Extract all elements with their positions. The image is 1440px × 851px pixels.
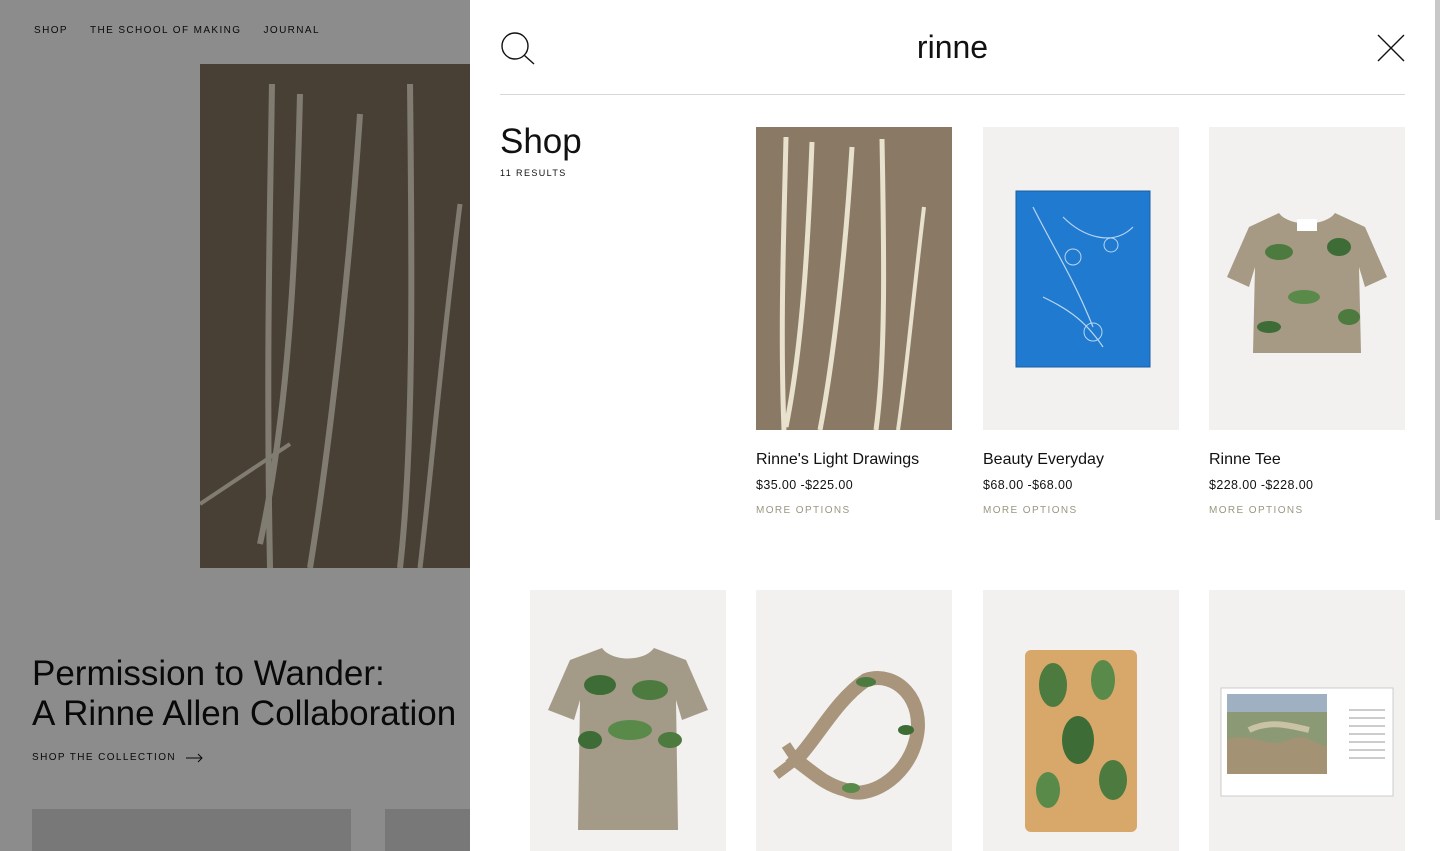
more-options-link[interactable]: MORE OPTIONS <box>983 505 1179 516</box>
product-image[interactable] <box>1209 127 1405 430</box>
product-card[interactable]: Rinne's Light Drawings $35.00 -$225.00 M… <box>756 127 952 516</box>
product-image[interactable] <box>756 590 952 851</box>
product-image[interactable] <box>1209 590 1405 851</box>
more-options-link[interactable]: MORE OPTIONS <box>1209 505 1405 516</box>
more-options-link[interactable]: MORE OPTIONS <box>756 505 952 516</box>
product-card[interactable] <box>1209 590 1405 851</box>
product-image[interactable] <box>530 590 726 851</box>
product-card[interactable] <box>530 590 726 851</box>
close-icon[interactable] <box>1377 34 1405 62</box>
product-name[interactable]: Rinne's Light Drawings <box>756 451 952 469</box>
product-price: $228.00 -$228.00 <box>1209 478 1314 492</box>
search-bar <box>500 0 1405 95</box>
product-price: $35.00 -$225.00 <box>756 478 854 492</box>
result-count: 11 RESULTS <box>500 168 567 178</box>
product-image[interactable] <box>983 590 1179 851</box>
scrollbar[interactable] <box>1435 0 1440 520</box>
product-card[interactable]: Rinne Tee $228.00 -$228.00 MORE OPTIONS <box>1209 127 1405 516</box>
product-name[interactable]: Beauty Everyday <box>983 451 1179 469</box>
product-image[interactable] <box>756 127 952 430</box>
product-price: $68.00 -$68.00 <box>983 478 1073 492</box>
section-title: Shop <box>500 122 582 161</box>
search-icon[interactable] <box>500 31 536 65</box>
product-image[interactable] <box>983 127 1179 430</box>
product-card[interactable] <box>756 590 952 851</box>
search-input[interactable] <box>580 24 1325 70</box>
product-card[interactable]: Beauty Everyday $68.00 -$68.00 MORE OPTI… <box>983 127 1179 516</box>
product-name[interactable]: Rinne Tee <box>1209 451 1405 469</box>
product-card[interactable] <box>983 590 1179 851</box>
search-panel: Shop 11 RESULTS Rinne's Light Drawings $… <box>470 0 1440 851</box>
